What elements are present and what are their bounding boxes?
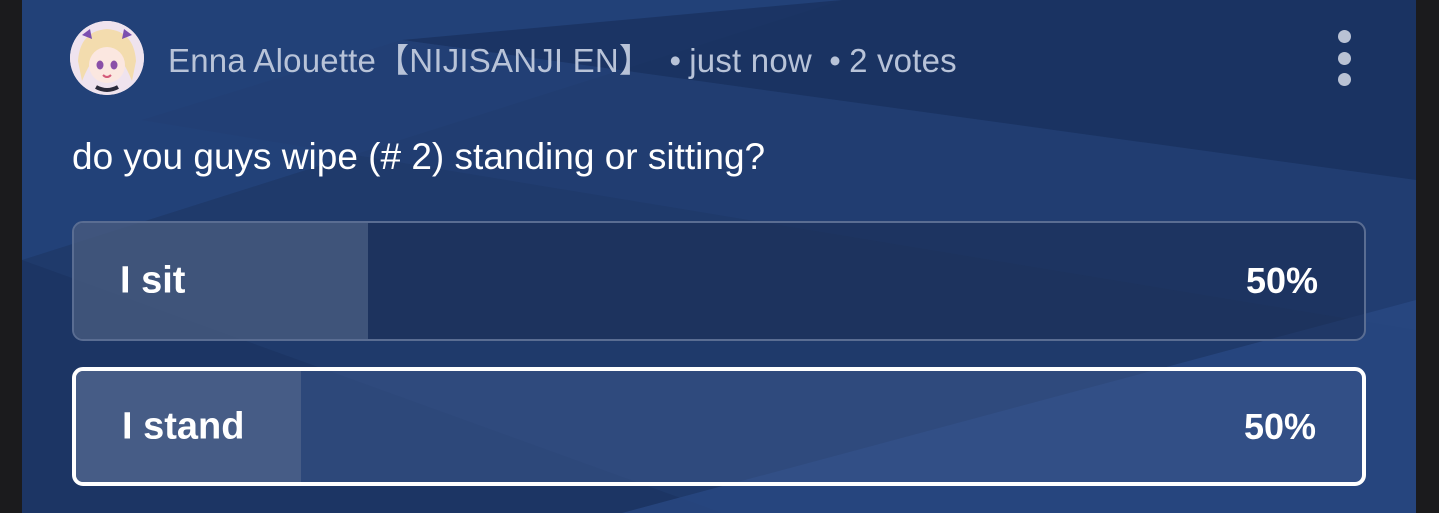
vote-count: 2 votes [849, 42, 957, 79]
meta-separator: • [669, 42, 682, 79]
menu-dot [1337, 30, 1351, 43]
option-label: I sit [120, 259, 186, 302]
menu-dot [1337, 73, 1351, 86]
poll-option-i-sit[interactable]: I sit 50% [72, 221, 1366, 341]
option-label: I stand [122, 405, 245, 447]
author-avatar[interactable] [70, 21, 144, 95]
meta-separator: • [829, 42, 842, 79]
menu-dot [1337, 51, 1351, 65]
poll-question: do you guys wipe (# 2) standing or sitti… [72, 136, 766, 177]
avatar-icon [70, 21, 144, 95]
post-header: Enna Alouette【NIJISANJI EN】 • just now • 2… [70, 18, 957, 98]
option-percentage: 50% [1245, 260, 1318, 301]
post-time: just now [689, 42, 812, 79]
poll-card: Enna Alouette【NIJISANJI EN】 • just now • 2… [22, 0, 1416, 513]
post-meta: Enna Alouette【NIJISANJI EN】 • just now • 2… [168, 34, 957, 82]
option-percentage: 50% [1243, 405, 1316, 447]
option-result-bar [74, 223, 368, 339]
author-name[interactable]: Enna Alouette【NIJISANJI EN】 [168, 42, 652, 79]
app-frame: Enna Alouette【NIJISANJI EN】 • just now • 2… [0, 0, 1439, 513]
more-vert-icon[interactable] [1326, 30, 1362, 86]
poll-option-i-stand[interactable]: I stand 50% [72, 367, 1366, 486]
